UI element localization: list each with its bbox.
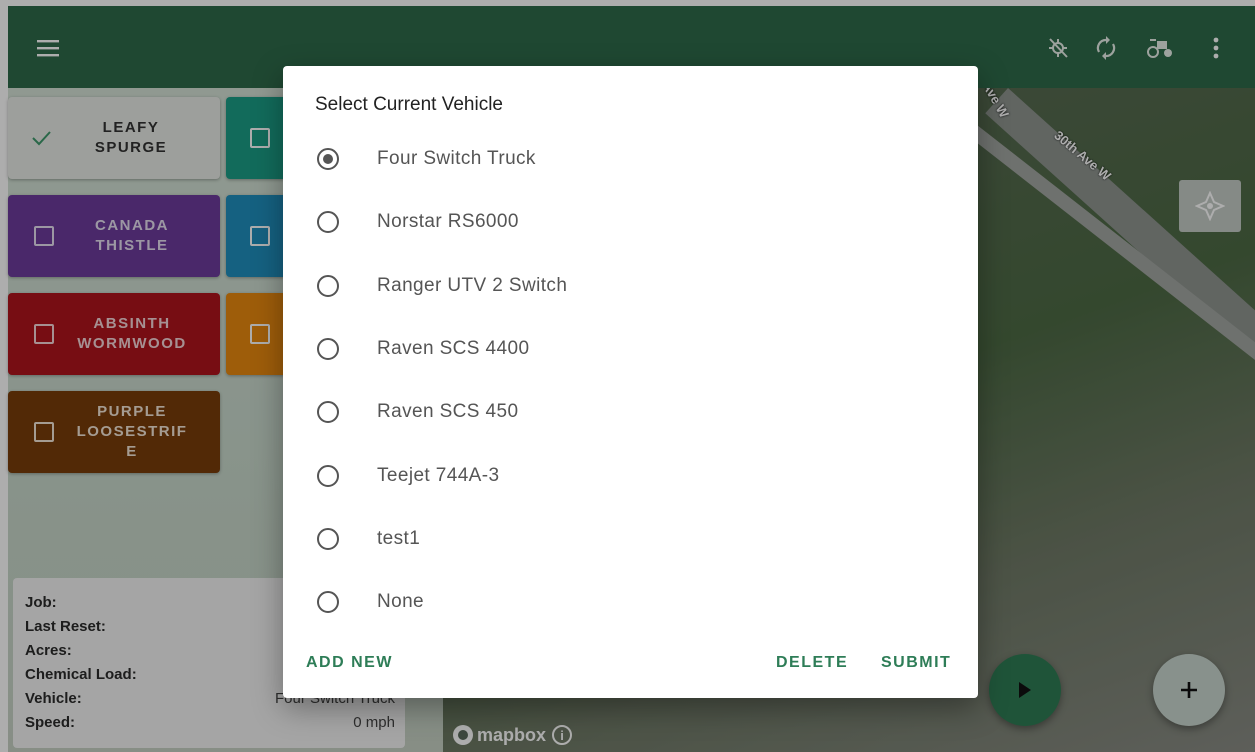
vehicle-option[interactable]: test1	[307, 514, 927, 564]
vehicle-option[interactable]: Raven SCS 4400	[307, 324, 927, 374]
add-new-button[interactable]: ADD NEW	[306, 654, 393, 672]
vehicle-option-label: Ranger UTV 2 Switch	[377, 274, 568, 296]
vehicle-option-label: test1	[377, 527, 421, 549]
vehicle-option-label: Norstar RS6000	[377, 211, 519, 233]
radio-button[interactable]	[317, 591, 339, 614]
vehicle-option[interactable]: Teejet 744A-3	[307, 451, 927, 501]
select-vehicle-dialog: Select Current Vehicle Four Switch Truck…	[283, 66, 978, 698]
radio-button[interactable]	[317, 337, 339, 360]
radio-button[interactable]	[317, 527, 339, 550]
vehicle-option-label: Raven SCS 450	[377, 401, 519, 423]
delete-button[interactable]: DELETE	[776, 654, 848, 672]
radio-button[interactable]	[317, 148, 339, 170]
vehicle-option[interactable]: Norstar RS6000	[307, 197, 927, 247]
radio-button[interactable]	[317, 401, 339, 424]
radio-button[interactable]	[317, 211, 339, 234]
dialog-title: Select Current Vehicle	[315, 94, 503, 115]
submit-button[interactable]: SUBMIT	[881, 654, 951, 672]
vehicle-option-label: Raven SCS 4400	[377, 337, 530, 359]
vehicle-option-label: Four Switch Truck	[377, 148, 536, 169]
vehicle-option-label: None	[377, 591, 425, 613]
vehicle-option[interactable]: Four Switch Truck	[307, 134, 927, 184]
radio-button[interactable]	[317, 464, 339, 487]
radio-button[interactable]	[317, 274, 339, 297]
vehicle-option[interactable]: Ranger UTV 2 Switch	[307, 261, 927, 311]
vehicle-option-label: Teejet 744A-3	[377, 464, 500, 486]
vehicle-option[interactable]: None	[307, 577, 927, 627]
vehicle-option[interactable]: Raven SCS 450	[307, 387, 927, 437]
